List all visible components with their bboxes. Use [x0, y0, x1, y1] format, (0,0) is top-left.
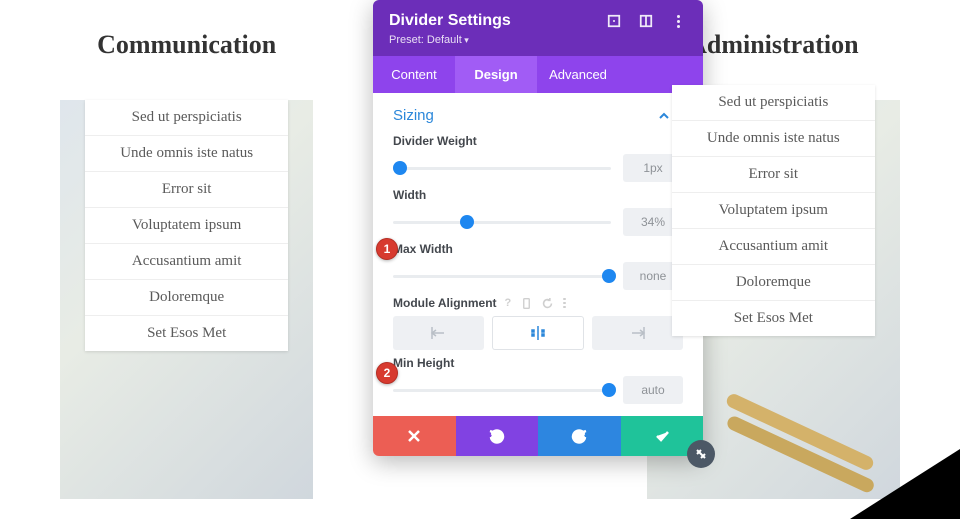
- modal-footer: [373, 416, 703, 456]
- redo-button[interactable]: [538, 416, 621, 456]
- kebab-icon[interactable]: [669, 12, 687, 30]
- list-card-communication: Sed ut perspiciatis Unde omnis iste natu…: [85, 100, 288, 351]
- modal-title: Divider Settings: [389, 12, 591, 30]
- option-divider-weight: Divider Weight 1px: [393, 134, 683, 182]
- snap-icon[interactable]: [637, 12, 655, 30]
- option-hover-controls: ?: [505, 297, 566, 309]
- preset-dropdown[interactable]: Preset: Default: [389, 34, 687, 46]
- focus-icon[interactable]: [605, 12, 623, 30]
- list-item[interactable]: Unde omnis iste natus: [672, 121, 875, 157]
- help-icon[interactable]: ?: [505, 297, 512, 309]
- list-item[interactable]: Accusantium amit: [672, 229, 875, 265]
- slider-divider-weight[interactable]: [393, 158, 611, 178]
- section-title: Sizing: [393, 107, 434, 124]
- redo-icon: [571, 428, 587, 444]
- resize-handle[interactable]: [687, 440, 715, 468]
- annotation-badge-1: 1: [376, 238, 398, 260]
- slider-min-height[interactable]: [393, 380, 611, 400]
- tab-content[interactable]: Content: [373, 56, 455, 93]
- corner-decoration: [850, 449, 960, 519]
- list-item[interactable]: Error sit: [85, 172, 288, 208]
- value-min-height[interactable]: auto: [623, 376, 683, 404]
- chevron-up-icon: [658, 110, 670, 122]
- divider-settings-modal: Divider Settings Preset: Default Content…: [373, 0, 703, 456]
- annotation-badge-2: 2: [376, 362, 398, 384]
- align-left-button[interactable]: [393, 316, 484, 350]
- list-item[interactable]: Sed ut perspiciatis: [672, 85, 875, 121]
- list-card-administration: Sed ut perspiciatis Unde omnis iste natu…: [672, 85, 875, 336]
- label-min-height: Min Height: [393, 356, 683, 370]
- slider-max-width[interactable]: [393, 266, 611, 286]
- list-item[interactable]: Sed ut perspiciatis: [85, 100, 288, 136]
- list-item[interactable]: Voluptatem ipsum: [672, 193, 875, 229]
- align-center-button[interactable]: [492, 316, 583, 350]
- option-max-width: Max Width none: [393, 242, 683, 290]
- label-max-width: Max Width: [393, 242, 683, 256]
- close-icon: [406, 428, 422, 444]
- modal-panel: Sizing Divider Weight 1px Width 34%: [373, 93, 703, 416]
- list-item[interactable]: Accusantium amit: [85, 244, 288, 280]
- option-width: Width 34%: [393, 188, 683, 236]
- viewport-icon[interactable]: [521, 298, 532, 309]
- label-module-alignment: Module Alignment: [393, 296, 497, 310]
- list-item[interactable]: Error sit: [672, 157, 875, 193]
- modal-header[interactable]: Divider Settings Preset: Default: [373, 0, 703, 56]
- reset-icon[interactable]: [542, 298, 553, 309]
- section-toggle-sizing[interactable]: Sizing: [393, 107, 683, 124]
- cancel-button[interactable]: [373, 416, 456, 456]
- list-item[interactable]: Doloremque: [85, 280, 288, 316]
- list-item[interactable]: Unde omnis iste natus: [85, 136, 288, 172]
- tab-design[interactable]: Design: [455, 56, 537, 93]
- label-divider-weight: Divider Weight: [393, 134, 683, 148]
- undo-icon: [489, 428, 505, 444]
- label-width: Width: [393, 188, 683, 202]
- column-communication: Communication Sed ut perspiciatis Unde o…: [60, 20, 313, 499]
- list-item[interactable]: Voluptatem ipsum: [85, 208, 288, 244]
- tab-advanced[interactable]: Advanced: [537, 56, 619, 93]
- list-item[interactable]: Doloremque: [672, 265, 875, 301]
- modal-tabs: Content Design Advanced: [373, 56, 703, 93]
- list-item[interactable]: Set Esos Met: [672, 301, 875, 336]
- check-icon: [654, 428, 670, 444]
- align-right-button[interactable]: [592, 316, 683, 350]
- option-kebab-icon[interactable]: [563, 298, 566, 309]
- list-item[interactable]: Set Esos Met: [85, 316, 288, 351]
- undo-button[interactable]: [456, 416, 539, 456]
- slider-width[interactable]: [393, 212, 611, 232]
- option-module-alignment: Module Alignment ?: [393, 296, 683, 350]
- column-title-communication: Communication: [60, 30, 313, 60]
- option-min-height: Min Height auto: [393, 356, 683, 404]
